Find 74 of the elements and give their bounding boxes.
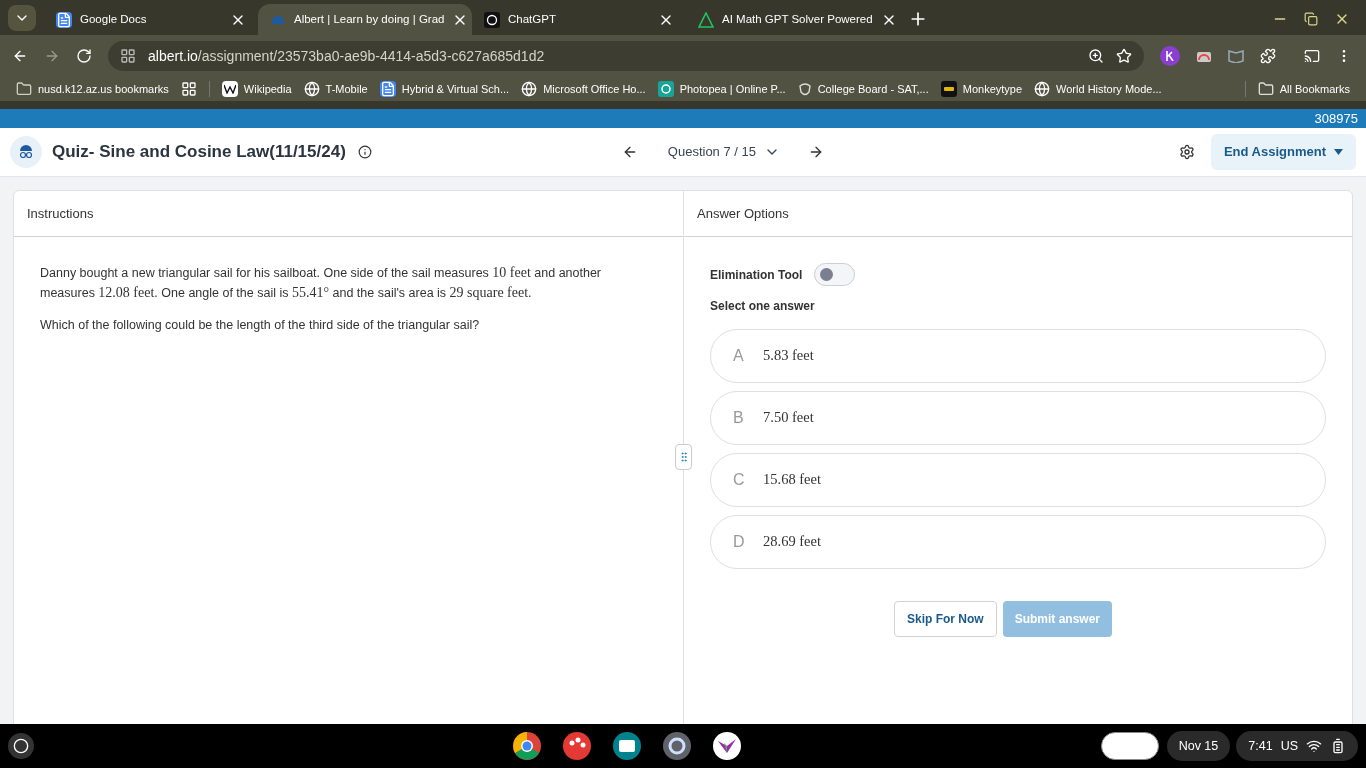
panel-heading: Instructions [27,204,94,223]
browser-tab[interactable]: Albert | Learn by doing | Grad [258,4,472,35]
tab-title: Albert | Learn by doing | Grad [294,11,445,27]
question-selector[interactable]: Question 7 / 15 [667,142,780,162]
elimination-toggle[interactable] [814,263,856,286]
browser-tab[interactable]: Google Docs [44,4,258,35]
bookmark[interactable]: All Bookmarks [1257,80,1350,98]
tab-title: ChatGPT [508,11,557,27]
browser-tab[interactable]: AI Math GPT Solver Powered [686,4,900,35]
next-icon[interactable] [808,144,824,160]
question-text: Which of the following could be the length of the third side of the triangular sail? [40,317,481,334]
chrome-icon[interactable] [512,731,543,761]
card-icon[interactable] [612,731,643,761]
answer-option[interactable]: D 28.69 feet [710,515,1326,569]
cast-icon[interactable] [1304,48,1320,64]
bookmark[interactable]: Monkeytype [940,80,1023,98]
tray-thumbnail[interactable] [1100,732,1159,760]
document-icon [379,81,396,97]
skip-button[interactable]: Skip For Now [894,601,997,637]
bookmark[interactable]: College Board - SAT,... [797,80,929,98]
bookmark[interactable]: Hybrid & Virtual Sch... [379,80,510,98]
user-id: 308975 [1314,109,1358,128]
info-icon[interactable] [357,145,372,159]
launcher-icon[interactable] [8,733,34,759]
globe-icon [303,81,320,97]
folder-icon [1257,81,1274,97]
end-assignment-button[interactable]: End Assignment [1210,134,1356,170]
wifi-icon [1306,738,1322,754]
bookmark[interactable]: Photopea | Online P... [657,80,786,98]
bookmark[interactable]: nusd.k12.az.us bookmarks [16,80,169,98]
bookmark[interactable]: T-Mobile [303,80,368,98]
question-text: Danny bought a new triangular sail for his sailboat. One side of the sail measures 10 feet and another measures 12.08 feet. One angle of the sail is 55.41° and the sail's area is 29 square feet. [40,264,603,302]
site-info-icon[interactable] [120,48,136,64]
answer-option[interactable]: C 15.68 feet [710,453,1326,507]
zoom-icon[interactable] [1088,48,1104,64]
answer-option[interactable]: B 7.50 feet [710,391,1326,445]
star-icon[interactable] [1116,48,1132,64]
restore-icon[interactable] [1304,12,1318,26]
address-bar[interactable]: albert.io/assignment/23573ba0-ae9b-4414-a5d3-c627a685d1d2 [108,41,1144,71]
browser-tab[interactable]: ChatGPT [472,4,686,35]
extensions-icon[interactable] [1260,48,1276,64]
date-button[interactable]: Nov 15 [1166,731,1231,761]
url-text: albert.io/assignment/23573ba0-ae9b-4414-a5d3-c627a685d1d2 [148,46,546,66]
globe-icon [1034,81,1051,97]
extension-icon[interactable] [1160,46,1180,66]
back-icon[interactable] [12,48,28,64]
document-icon [56,11,72,28]
status-area[interactable]: 7:41 US [1236,731,1358,761]
battery-icon [1330,738,1346,754]
tab-title: Google Docs [80,11,148,27]
bookmark[interactable]: Wikipedia [221,80,292,98]
tab-title: AI Math GPT Solver Powered [722,11,873,27]
wiki-icon [221,81,238,97]
bookmark[interactable]: Microsoft Office Ho... [521,80,646,98]
forward-icon[interactable] [44,48,60,64]
panel-heading: Answer Options [697,204,789,223]
input-method: US [1280,737,1298,755]
book-icon[interactable] [1228,49,1244,63]
palette-icon[interactable] [562,731,593,761]
clock: 7:41 [1248,737,1273,755]
bookmark[interactable]: World History Mode... [1034,80,1162,98]
apps-icon[interactable] [180,81,197,97]
quiz-title: Quiz- Sine and Cosine Law(11/15/24) [52,141,346,164]
caret-icon [1334,149,1343,155]
mascot-icon [10,136,42,168]
triangle-icon [698,11,714,28]
folder-icon [16,81,32,97]
globe-icon [521,81,538,97]
select-label: Select one answer [710,298,816,315]
tab-search-button[interactable] [8,5,36,31]
resize-handle[interactable] [675,444,692,470]
answer-option[interactable]: A 5.83 feet [710,329,1326,383]
elimination-label: Elimination Tool [710,266,803,284]
reload-icon[interactable] [76,48,92,64]
